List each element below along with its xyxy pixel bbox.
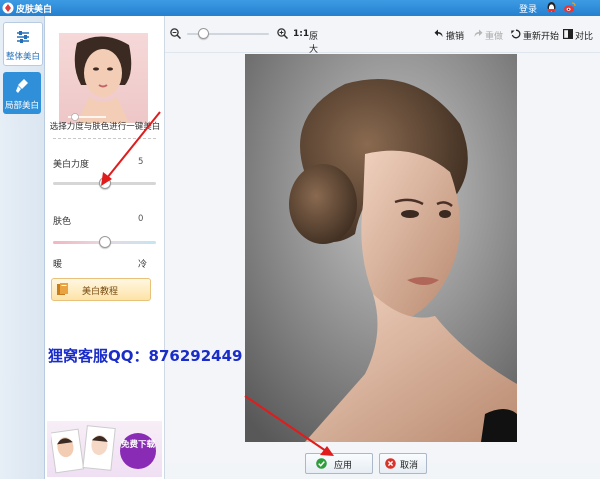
top-toolbar: 1:1 原大 撤销 重做 重新开始 对比 — [165, 16, 600, 55]
tab-local-label: 局部美白 — [4, 101, 39, 111]
title-bar: 皮肤美白 登录 — [0, 0, 600, 16]
tab-overall-label: 整体美白 — [5, 52, 40, 62]
zoom-ratio-text: 1:1 — [293, 29, 310, 39]
strength-slider-handle[interactable] — [98, 177, 111, 189]
settings-panel: 选择力度与肤色进行一键美白 美白力度 5 肤色 0 暖 冷 美白教程 免费下载 — [45, 16, 165, 479]
restart-label: 重新开始 — [523, 32, 560, 42]
divider — [53, 138, 156, 139]
compare-icon — [563, 29, 573, 39]
cancel-button-label: 取消 — [400, 461, 419, 471]
brush-icon — [16, 79, 28, 93]
cancel-button[interactable]: 取消 — [379, 453, 427, 474]
actual-size-label: 原大 — [309, 32, 319, 55]
weibo-icon[interactable] — [563, 1, 576, 14]
strength-value: 5 — [138, 157, 144, 167]
book-icon — [57, 283, 68, 295]
check-icon — [316, 458, 327, 469]
free-download-badge[interactable]: 免费下载 — [120, 433, 156, 469]
cool-label: 冷 — [138, 260, 148, 270]
app-body: 整体美白 局部美白 选择力度与肤色进行一键美白 美白力度 5 肤色 0 暖 冷 … — [0, 16, 600, 479]
warm-label: 暖 — [53, 260, 63, 270]
qq-icon[interactable] — [545, 1, 558, 14]
tab-overall-whitening[interactable]: 整体美白 — [3, 22, 43, 66]
undo-label: 撤销 — [446, 32, 465, 42]
tutorial-button[interactable]: 美白教程 — [51, 278, 151, 301]
support-qq-watermark: 狸窝客服QQ：876292449 — [48, 347, 243, 365]
download-ad-banner[interactable]: 免费下载 — [47, 421, 162, 477]
redo-icon — [474, 29, 483, 37]
restart-icon — [511, 29, 521, 39]
restart-button[interactable]: 重新开始 — [511, 27, 560, 42]
actual-size-button[interactable]: 1:1 原大 — [293, 27, 325, 55]
strength-label: 美白力度 — [53, 160, 90, 170]
close-icon — [385, 458, 396, 469]
skin-tone-slider-handle[interactable] — [98, 236, 111, 248]
left-tab-bar: 整体美白 局部美白 — [0, 16, 45, 479]
apply-button[interactable]: 应用 — [305, 453, 373, 474]
zoom-slider-handle[interactable] — [197, 28, 209, 39]
panel-hint-text: 选择力度与肤色进行一键美白 — [49, 122, 161, 132]
ad-photo-image — [51, 425, 116, 474]
preview-thumbnail — [59, 33, 148, 123]
tab-local-whitening[interactable]: 局部美白 — [3, 72, 41, 114]
tutorial-button-label: 美白教程 — [82, 287, 119, 297]
portrait-photo — [245, 54, 517, 442]
zoom-in-icon[interactable] — [277, 28, 288, 39]
apply-button-label: 应用 — [334, 461, 353, 471]
skin-tone-value: 0 — [138, 214, 144, 224]
image-canvas[interactable] — [165, 53, 600, 463]
compare-button[interactable]: 对比 — [563, 27, 597, 42]
redo-button[interactable]: 重做 — [473, 27, 507, 42]
login-link[interactable]: 登录 — [519, 2, 537, 15]
sliders-icon — [17, 31, 29, 43]
window-title: 皮肤美白 — [16, 5, 53, 15]
undo-icon — [434, 29, 443, 37]
app-logo-icon — [2, 2, 14, 14]
undo-button[interactable]: 撤销 — [434, 27, 468, 42]
skin-tone-label: 肤色 — [53, 217, 72, 227]
redo-label: 重做 — [485, 32, 504, 42]
compare-label: 对比 — [575, 32, 594, 42]
zoom-out-icon[interactable] — [170, 28, 181, 39]
